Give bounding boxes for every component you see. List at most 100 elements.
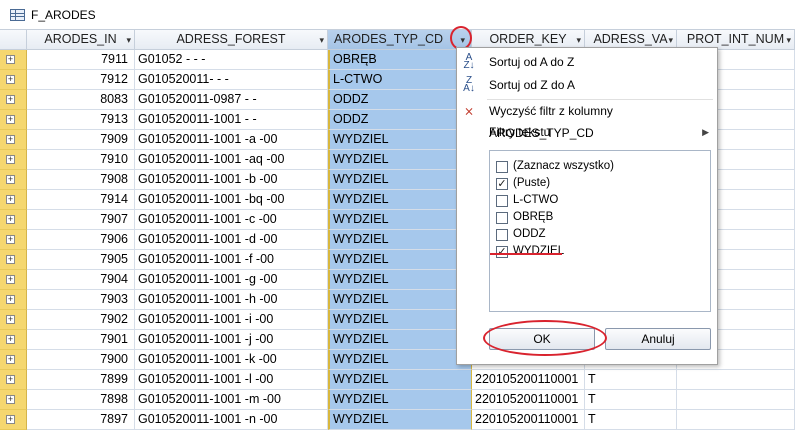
row-selector[interactable]: + (0, 250, 27, 270)
row-selector[interactable]: + (0, 90, 27, 110)
row-selector[interactable]: + (0, 350, 27, 370)
cell-adress-va[interactable]: T (585, 390, 677, 410)
filter-option[interactable]: OBRĘB (490, 210, 710, 226)
cell-arodes-in[interactable]: 7908 (27, 170, 135, 190)
cell-arodes-in[interactable]: 7901 (27, 330, 135, 350)
cell-adress-forest[interactable]: G010520011-1001 -m -00 (135, 390, 328, 410)
cell-arodes-typ-cd[interactable]: WYDZIEL (328, 270, 472, 290)
checkbox[interactable] (496, 229, 508, 241)
cell-arodes-in[interactable]: 7910 (27, 150, 135, 170)
row-selector[interactable]: + (0, 50, 27, 70)
cell-adress-forest[interactable]: G010520011-1001 - - (135, 110, 328, 130)
cell-adress-va[interactable]: T (585, 410, 677, 430)
expand-icon[interactable]: + (6, 315, 15, 324)
expand-icon[interactable]: + (6, 55, 15, 64)
filter-option[interactable]: ODDZ (490, 227, 710, 243)
cell-arodes-typ-cd[interactable]: ODDZ (328, 110, 472, 130)
cell-adress-va[interactable]: T (585, 370, 677, 390)
expand-icon[interactable]: + (6, 295, 15, 304)
cell-arodes-in[interactable]: 7909 (27, 130, 135, 150)
checkbox[interactable] (496, 212, 508, 224)
cell-prot-int-num[interactable] (677, 410, 795, 430)
cell-adress-forest[interactable]: G01052 - - - (135, 50, 328, 70)
row-selector[interactable]: + (0, 230, 27, 250)
expand-icon[interactable]: + (6, 415, 15, 424)
menu-item-text-filters[interactable]: Filtry tekstu ▶ (457, 121, 717, 143)
chevron-down-icon[interactable]: ▾ (786, 31, 791, 49)
expand-icon[interactable]: + (6, 335, 15, 344)
checkbox[interactable]: ✓ (496, 178, 508, 190)
cell-adress-forest[interactable]: G010520011-1001 -k -00 (135, 350, 328, 370)
cell-arodes-in[interactable]: 7902 (27, 310, 135, 330)
cell-arodes-in[interactable]: 7914 (27, 190, 135, 210)
chevron-down-icon[interactable]: ▾ (126, 31, 131, 49)
cell-adress-forest[interactable]: G010520011-1001 -i -00 (135, 310, 328, 330)
row-selector[interactable]: + (0, 190, 27, 210)
cell-adress-forest[interactable]: G010520011-1001 -a -00 (135, 130, 328, 150)
row-selector[interactable]: + (0, 270, 27, 290)
filter-option[interactable]: (Zaznacz wszystko) (490, 159, 710, 175)
cell-arodes-in[interactable]: 7898 (27, 390, 135, 410)
expand-icon[interactable]: + (6, 275, 15, 284)
expand-icon[interactable]: + (6, 375, 15, 384)
cell-arodes-in[interactable]: 7904 (27, 270, 135, 290)
row-selector[interactable]: + (0, 70, 27, 90)
cell-arodes-in[interactable]: 7911 (27, 50, 135, 70)
column-header-adress-forest[interactable]: ADRESS_FOREST ▾ (135, 30, 328, 50)
cell-prot-int-num[interactable] (677, 370, 795, 390)
row-selector[interactable]: + (0, 290, 27, 310)
select-all-corner[interactable] (0, 30, 27, 50)
expand-icon[interactable]: + (6, 355, 15, 364)
menu-item-sort-za[interactable]: Z A↓ Sortuj od Z do A (457, 74, 717, 96)
expand-icon[interactable]: + (6, 175, 15, 184)
cell-arodes-typ-cd[interactable]: OBRĘB (328, 50, 472, 70)
row-selector[interactable]: + (0, 330, 27, 350)
row-selector[interactable]: + (0, 310, 27, 330)
cell-arodes-in[interactable]: 7913 (27, 110, 135, 130)
filter-values-list[interactable]: (Zaznacz wszystko) ✓ (Puste) L-CTWO OBRĘB ODD… (489, 150, 711, 312)
cell-arodes-typ-cd[interactable]: WYDZIEL (328, 370, 472, 390)
cell-adress-forest[interactable]: G010520011-1001 -b -00 (135, 170, 328, 190)
cell-arodes-in[interactable]: 7907 (27, 210, 135, 230)
cell-adress-forest[interactable]: G010520011-1001 -d -00 (135, 230, 328, 250)
cell-arodes-typ-cd[interactable]: WYDZIEL (328, 330, 472, 350)
cell-arodes-typ-cd[interactable]: WYDZIEL (328, 230, 472, 250)
cell-adress-forest[interactable]: G010520011- - - (135, 70, 328, 90)
row-selector[interactable]: + (0, 210, 27, 230)
expand-icon[interactable]: + (6, 155, 15, 164)
cell-arodes-typ-cd[interactable]: WYDZIEL (328, 310, 472, 330)
cell-arodes-typ-cd[interactable]: WYDZIEL (328, 130, 472, 150)
checkbox[interactable]: ✓ (496, 246, 508, 258)
expand-icon[interactable]: + (6, 255, 15, 264)
cell-adress-forest[interactable]: G010520011-1001 -g -00 (135, 270, 328, 290)
cancel-button[interactable]: Anuluj (605, 328, 711, 350)
menu-item-clear-filter[interactable]: ⨯ Wyczyść filtr z kolumny ARODES_TYP_CD (457, 100, 717, 140)
cell-arodes-typ-cd[interactable]: WYDZIEL (328, 250, 472, 270)
cell-adress-forest[interactable]: G010520011-1001 -n -00 (135, 410, 328, 430)
cell-arodes-typ-cd[interactable]: WYDZIEL (328, 170, 472, 190)
cell-adress-forest[interactable]: G010520011-1001 -l -00 (135, 370, 328, 390)
cell-arodes-in[interactable]: 7905 (27, 250, 135, 270)
column-header-arodes-in[interactable]: ARODES_IN ▾ (27, 30, 135, 50)
cell-prot-int-num[interactable] (677, 390, 795, 410)
cell-arodes-typ-cd[interactable]: WYDZIEL (328, 210, 472, 230)
cell-arodes-typ-cd[interactable]: WYDZIEL (328, 410, 472, 430)
cell-arodes-typ-cd[interactable]: WYDZIEL (328, 150, 472, 170)
checkbox[interactable] (496, 161, 508, 173)
cell-arodes-typ-cd[interactable]: WYDZIEL (328, 290, 472, 310)
row-selector[interactable]: + (0, 170, 27, 190)
row-selector[interactable]: + (0, 150, 27, 170)
cell-arodes-in[interactable]: 7899 (27, 370, 135, 390)
cell-arodes-in[interactable]: 8083 (27, 90, 135, 110)
cell-order-key[interactable]: 220105200110001 (472, 370, 585, 390)
expand-icon[interactable]: + (6, 235, 15, 244)
cell-adress-forest[interactable]: G010520011-1001 -f -00 (135, 250, 328, 270)
row-selector[interactable]: + (0, 370, 27, 390)
cell-arodes-in[interactable]: 7903 (27, 290, 135, 310)
checkbox[interactable] (496, 195, 508, 207)
cell-adress-forest[interactable]: G010520011-1001 -j -00 (135, 330, 328, 350)
row-selector[interactable]: + (0, 410, 27, 430)
cell-adress-forest[interactable]: G010520011-1001 -c -00 (135, 210, 328, 230)
cell-adress-forest[interactable]: G010520011-1001 -bq -00 (135, 190, 328, 210)
expand-icon[interactable]: + (6, 95, 15, 104)
